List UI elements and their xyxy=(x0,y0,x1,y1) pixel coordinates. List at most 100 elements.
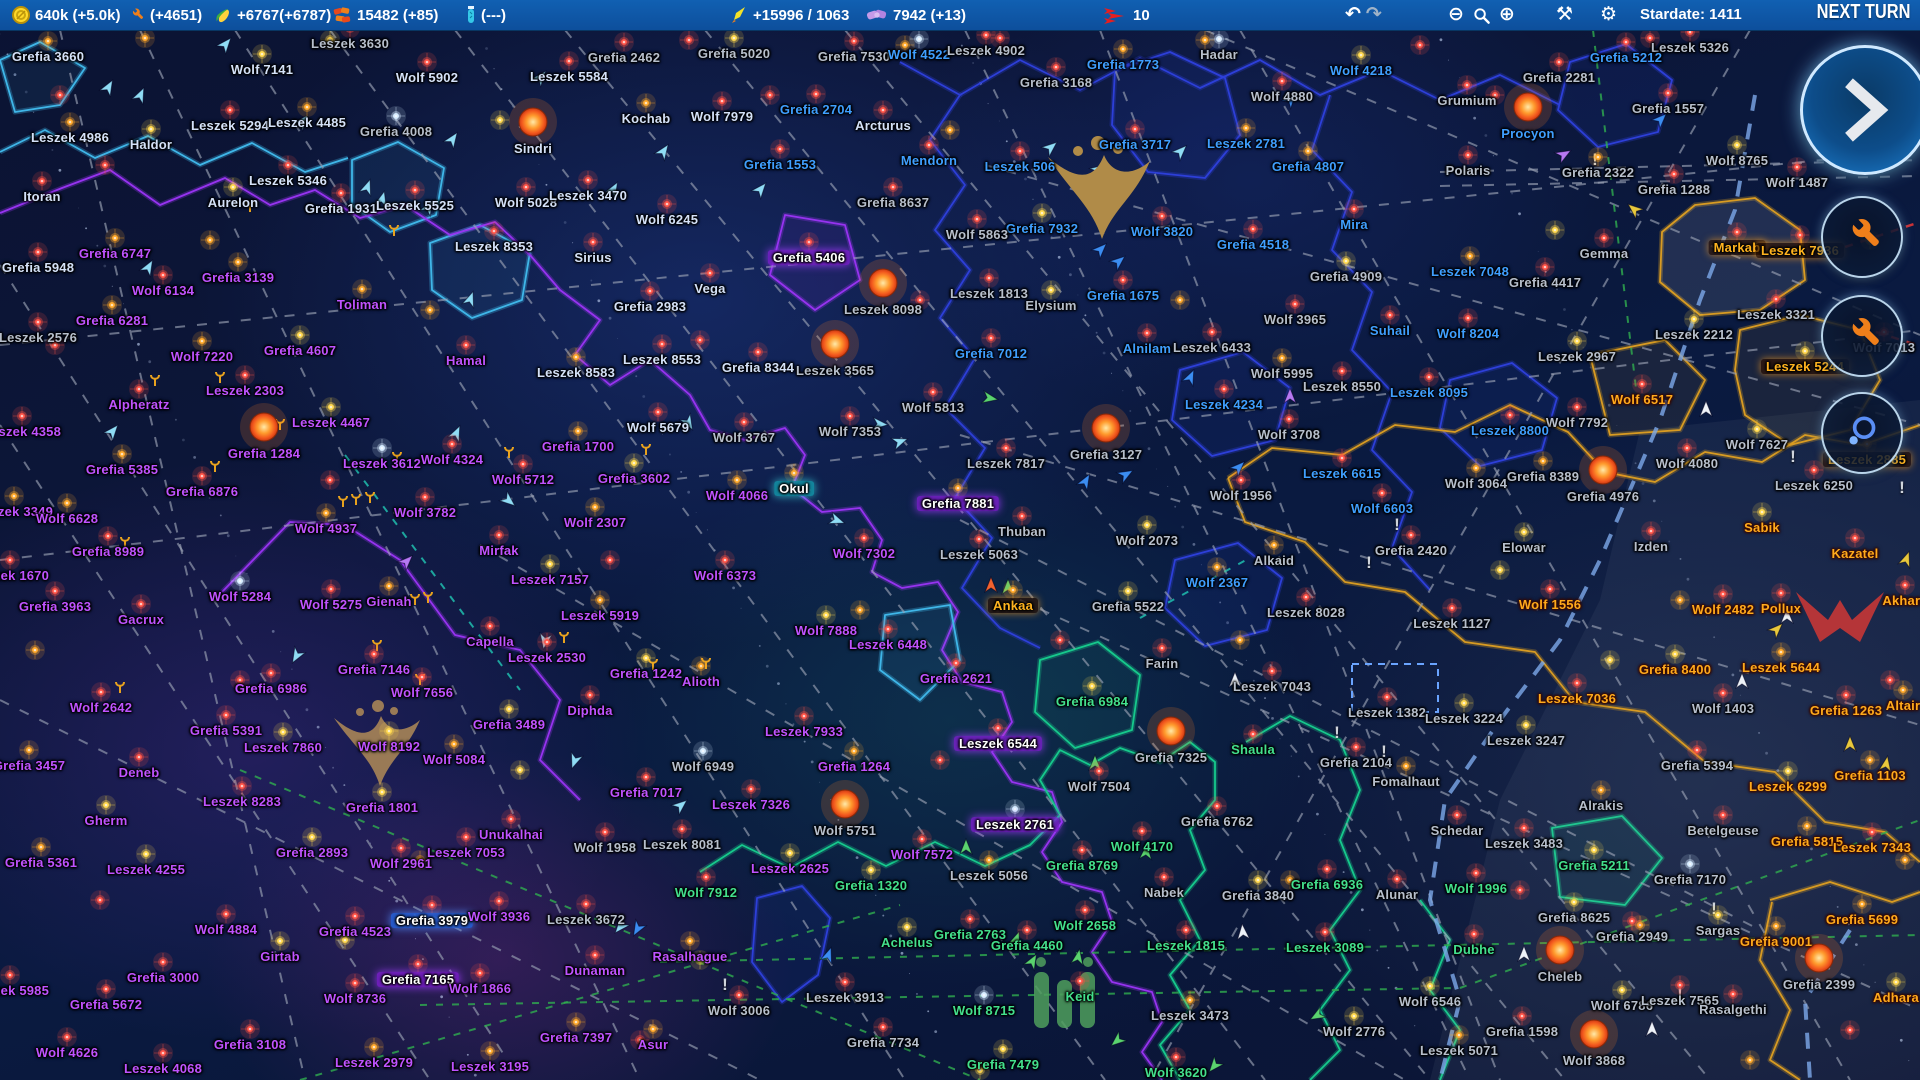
star[interactable] xyxy=(1567,331,1587,351)
star[interactable] xyxy=(1713,683,1733,703)
star[interactable] xyxy=(690,330,710,350)
star[interactable] xyxy=(1420,976,1440,996)
star[interactable] xyxy=(1152,638,1172,658)
star[interactable] xyxy=(1533,451,1553,471)
star[interactable] xyxy=(1454,693,1474,713)
star[interactable] xyxy=(1485,85,1505,105)
star[interactable] xyxy=(1886,972,1906,992)
star[interactable] xyxy=(1230,630,1250,650)
star[interactable] xyxy=(484,221,504,241)
tools-button[interactable]: ⚒ xyxy=(1556,0,1573,30)
star[interactable] xyxy=(1514,522,1534,542)
star[interactable] xyxy=(320,30,340,50)
fleet-ship[interactable] xyxy=(1229,672,1241,687)
star[interactable] xyxy=(1272,71,1292,91)
star[interactable] xyxy=(28,242,48,262)
star[interactable] xyxy=(1658,83,1678,103)
star[interactable] xyxy=(273,722,293,742)
star[interactable] xyxy=(105,228,125,248)
money-resource[interactable]: 640k (+5.0k) xyxy=(12,0,120,30)
star[interactable] xyxy=(1070,971,1090,991)
star[interactable] xyxy=(240,1019,260,1039)
star[interactable] xyxy=(1536,926,1584,974)
fleet-ship[interactable] xyxy=(628,920,646,939)
star[interactable] xyxy=(727,470,747,490)
star[interactable] xyxy=(780,843,800,863)
star[interactable] xyxy=(1236,118,1256,138)
star[interactable] xyxy=(415,487,435,507)
star[interactable] xyxy=(1895,850,1915,870)
star[interactable] xyxy=(1549,52,1569,72)
star[interactable] xyxy=(141,119,161,139)
star[interactable] xyxy=(230,571,250,591)
star[interactable] xyxy=(840,406,860,426)
star[interactable] xyxy=(129,747,149,767)
star[interactable] xyxy=(372,782,392,802)
star[interactable] xyxy=(352,279,372,299)
star[interactable] xyxy=(1046,57,1066,77)
star[interactable] xyxy=(883,177,903,197)
star[interactable] xyxy=(136,844,156,864)
star[interactable] xyxy=(232,776,252,796)
fleet-ship[interactable] xyxy=(1700,401,1712,416)
star[interactable] xyxy=(1458,145,1478,165)
star[interactable] xyxy=(859,259,907,307)
fleet-ship[interactable] xyxy=(1139,844,1152,860)
fleet-ship[interactable] xyxy=(672,796,691,815)
star[interactable] xyxy=(693,741,713,761)
star[interactable] xyxy=(1317,859,1337,879)
star[interactable] xyxy=(1332,448,1352,468)
star[interactable] xyxy=(57,1027,77,1047)
star[interactable] xyxy=(1401,525,1421,545)
star[interactable] xyxy=(811,320,859,368)
star[interactable] xyxy=(112,444,132,464)
zoom-in-icon[interactable]: ⊕ xyxy=(1499,0,1515,30)
star[interactable] xyxy=(223,177,243,197)
star[interactable] xyxy=(1344,1006,1364,1026)
star[interactable] xyxy=(28,312,48,332)
star[interactable] xyxy=(220,100,240,120)
star[interactable] xyxy=(1771,583,1791,603)
star[interactable] xyxy=(1579,446,1627,494)
fleet-count[interactable]: 10 xyxy=(1102,0,1150,30)
star[interactable] xyxy=(988,718,1008,738)
star[interactable] xyxy=(576,894,596,914)
star[interactable] xyxy=(131,594,151,614)
star[interactable] xyxy=(1207,557,1227,577)
star[interactable] xyxy=(60,112,80,132)
star[interactable] xyxy=(821,780,869,828)
star[interactable] xyxy=(1012,506,1032,526)
star[interactable] xyxy=(1125,119,1145,139)
star[interactable] xyxy=(1797,816,1817,836)
star[interactable] xyxy=(1147,707,1195,755)
star[interactable] xyxy=(854,528,874,548)
star[interactable] xyxy=(422,895,442,915)
star[interactable] xyxy=(45,581,65,601)
star[interactable] xyxy=(960,909,980,929)
star[interactable] xyxy=(691,656,711,676)
star[interactable] xyxy=(1243,724,1263,744)
star[interactable] xyxy=(873,1017,893,1037)
star[interactable] xyxy=(1795,341,1815,361)
star[interactable] xyxy=(91,682,111,702)
star[interactable] xyxy=(1564,892,1584,912)
star[interactable] xyxy=(648,402,668,422)
star[interactable] xyxy=(153,1043,173,1063)
star[interactable] xyxy=(1670,975,1690,995)
star[interactable] xyxy=(1380,305,1400,325)
star[interactable] xyxy=(1447,805,1467,825)
star[interactable] xyxy=(657,194,677,214)
star[interactable] xyxy=(1540,579,1560,599)
star[interactable] xyxy=(501,809,521,829)
star[interactable] xyxy=(1460,246,1480,266)
star[interactable] xyxy=(1137,515,1157,535)
star[interactable] xyxy=(1836,685,1856,705)
star[interactable] xyxy=(50,85,70,105)
star[interactable] xyxy=(578,170,598,190)
star[interactable] xyxy=(1684,309,1704,329)
star[interactable] xyxy=(1410,35,1430,55)
construction-queue-button-1[interactable] xyxy=(1821,196,1903,278)
star[interactable] xyxy=(712,91,732,111)
fleet-ship[interactable] xyxy=(655,141,673,160)
star[interactable] xyxy=(1180,990,1200,1010)
